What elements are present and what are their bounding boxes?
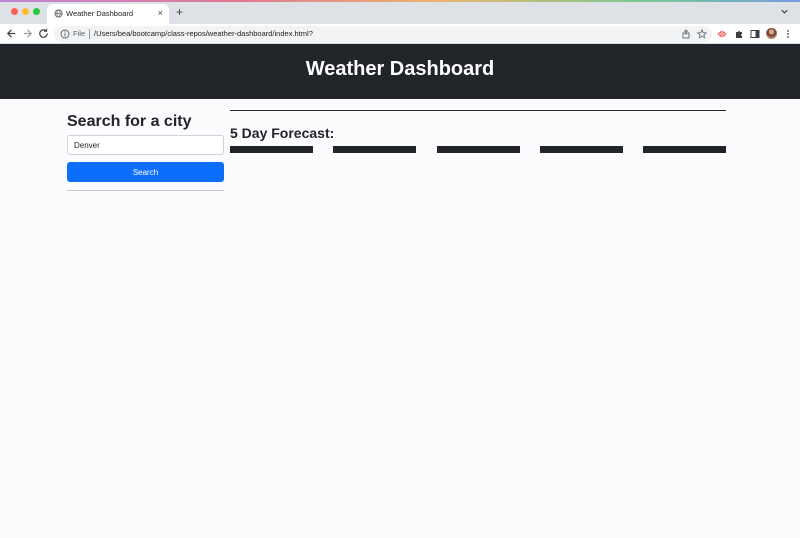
browser-tab[interactable]: Weather Dashboard ×	[47, 4, 169, 24]
city-search-input[interactable]	[67, 135, 224, 155]
tab-strip: Weather Dashboard × +	[0, 0, 800, 24]
window-maximize-button[interactable]	[33, 8, 40, 15]
page-header: Weather Dashboard	[0, 44, 800, 99]
search-button[interactable]: Search	[67, 162, 224, 182]
star-icon[interactable]	[697, 29, 707, 39]
puzzle-icon[interactable]	[734, 29, 744, 39]
history-divider	[67, 190, 224, 191]
forecast-card	[333, 146, 416, 153]
info-icon[interactable]	[60, 29, 70, 39]
new-tab-button[interactable]: +	[176, 6, 183, 18]
extension-icon[interactable]	[717, 29, 727, 39]
forecast-card	[540, 146, 623, 153]
url-scheme-label: File	[73, 29, 86, 38]
tab-title: Weather Dashboard	[66, 9, 133, 18]
forecast-card	[230, 146, 313, 153]
tab-close-icon[interactable]: ×	[158, 7, 163, 19]
search-sidebar: Search for a city Search	[67, 110, 224, 191]
address-bar[interactable]: File /Users/bea/bootcamp/class-repos/wea…	[54, 26, 712, 42]
tabstrip-accent	[0, 0, 800, 2]
forecast-card	[643, 146, 726, 153]
search-heading: Search for a city	[67, 113, 192, 130]
share-icon[interactable]	[681, 29, 691, 39]
forecast-card	[437, 146, 520, 153]
kebab-menu-icon[interactable]	[783, 29, 793, 39]
sidepanel-icon[interactable]	[750, 29, 760, 39]
url-separator	[89, 29, 90, 39]
window-close-button[interactable]	[11, 8, 18, 15]
profile-avatar[interactable]	[766, 28, 777, 39]
window-minimize-button[interactable]	[22, 8, 29, 15]
current-weather-divider	[230, 110, 726, 111]
page-title: Weather Dashboard	[305, 58, 495, 80]
browser-toolbar: File /Users/bea/bootcamp/class-repos/wea…	[0, 24, 800, 44]
forward-arrow-icon[interactable]	[21, 27, 34, 40]
url-text[interactable]: /Users/bea/bootcamp/class-repos/weather-…	[94, 29, 313, 38]
globe-icon	[54, 9, 63, 18]
chevron-down-icon[interactable]	[780, 7, 789, 16]
back-arrow-icon[interactable]	[5, 27, 18, 40]
forecast-heading: 5 Day Forecast:	[230, 125, 335, 141]
reload-icon[interactable]	[37, 27, 50, 40]
